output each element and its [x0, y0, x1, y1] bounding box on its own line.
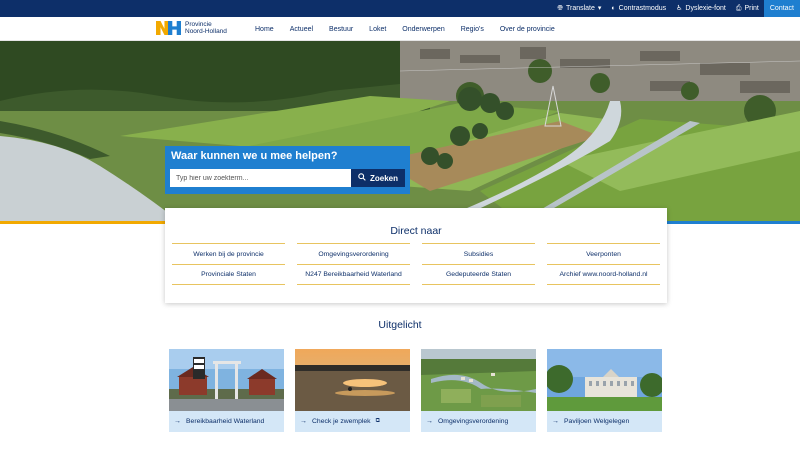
card-check-je-zwemplek[interactable]: → Check je zwemplek ⧉ [295, 349, 410, 432]
nav-item-loket[interactable]: Loket [361, 26, 394, 33]
arrow-right-icon: → [300, 418, 307, 425]
card-bereikbaarheid-waterland[interactable]: → Bereikbaarheid Waterland [169, 349, 284, 432]
search-input[interactable] [170, 169, 351, 187]
card-image [421, 349, 536, 411]
card-image [547, 349, 662, 411]
direct-naar-panel: Direct naar Werken bij de provincie Omge… [165, 208, 667, 303]
site-logo[interactable]: Provincie Noord-Holland [156, 21, 227, 35]
direct-link-subsidies[interactable]: Subsidies [422, 243, 535, 264]
direct-naar-links: Werken bij de provincie Omgevingsverorde… [172, 243, 661, 285]
search-button[interactable]: Zoeken [351, 169, 405, 187]
nav-item-onderwerpen[interactable]: Onderwerpen [394, 26, 452, 33]
search-form: Zoeken [170, 169, 405, 187]
utility-links: 🌐︎ Translate ▾ ◐ Contrastmodus ♿︎ Dyslex… [552, 0, 800, 17]
contrast-toggle[interactable]: ◐ Contrastmodus [606, 0, 671, 17]
arrow-right-icon: → [174, 418, 181, 425]
nav-item-bestuur[interactable]: Bestuur [321, 26, 361, 33]
card-label: → Check je zwemplek ⧉ [300, 418, 380, 425]
nav-item-regios[interactable]: Regio's [453, 26, 492, 33]
search-panel: Waar kunnen we u mee helpen? Zoeken [165, 146, 410, 194]
accessibility-icon: ♿︎ [676, 5, 683, 12]
search-title: Waar kunnen we u mee helpen? [171, 150, 338, 162]
logo-mark [156, 21, 182, 35]
uitgelicht-cards: → Bereikbaarheid Waterland → Check je zw… [169, 349, 662, 432]
direct-link-n247[interactable]: N247 Bereikbaarheid Waterland [297, 264, 410, 285]
card-omgevingsverordening[interactable]: → Omgevingsverordening [421, 349, 536, 432]
direct-link-provinciale-staten[interactable]: Provinciale Staten [172, 264, 285, 285]
direct-link-werken-bij[interactable]: Werken bij de provincie [172, 243, 285, 264]
direct-link-omgevingsverordening[interactable]: Omgevingsverordening [297, 243, 410, 264]
arrow-right-icon: → [426, 418, 433, 425]
contact-link[interactable]: Contact [763, 0, 800, 17]
dyslexia-font-toggle[interactable]: ♿︎ Dyslexie-font [671, 0, 731, 17]
card-label: → Bereikbaarheid Waterland [174, 418, 265, 425]
direct-naar-title: Direct naar [390, 225, 442, 237]
logo-text: Provincie Noord-Holland [185, 21, 227, 35]
direct-link-gedeputeerde-staten[interactable]: Gedeputeerde Staten [422, 264, 535, 285]
uitgelicht-title: Uitgelicht [378, 319, 422, 331]
printer-icon: ⎙ [735, 5, 742, 12]
print-button[interactable]: ⎙ Print [731, 0, 764, 17]
contrast-icon: ◐ [611, 5, 616, 12]
hero-image [0, 41, 800, 222]
nav-item-home[interactable]: Home [247, 26, 282, 33]
globe-icon: 🌐︎ [557, 5, 563, 12]
direct-link-archief[interactable]: Archief www.noord-holland.nl [547, 264, 660, 285]
arrow-right-icon: → [552, 418, 559, 425]
main-navigation: Provincie Noord-Holland Home Actueel Bes… [0, 17, 800, 41]
caret-down-icon: ▾ [597, 5, 602, 12]
card-image [169, 349, 284, 411]
search-icon [358, 173, 366, 183]
card-paviljoen-welgelegen[interactable]: → Paviljoen Welgelegen [547, 349, 662, 432]
card-label: → Paviljoen Welgelegen [552, 418, 630, 425]
external-link-icon: ⧉ [375, 418, 380, 424]
nav-item-over-de-provincie[interactable]: Over de provincie [492, 26, 563, 33]
card-label: → Omgevingsverordening [426, 418, 509, 425]
card-image [295, 349, 410, 411]
utility-bar: 🌐︎ Translate ▾ ◐ Contrastmodus ♿︎ Dyslex… [0, 0, 800, 17]
direct-link-veerponten[interactable]: Veerponten [547, 243, 660, 264]
translate-button[interactable]: 🌐︎ Translate ▾ [552, 0, 606, 17]
nav-item-actueel[interactable]: Actueel [282, 26, 321, 33]
nav-menu: Home Actueel Bestuur Loket Onderwerpen R… [247, 17, 563, 41]
